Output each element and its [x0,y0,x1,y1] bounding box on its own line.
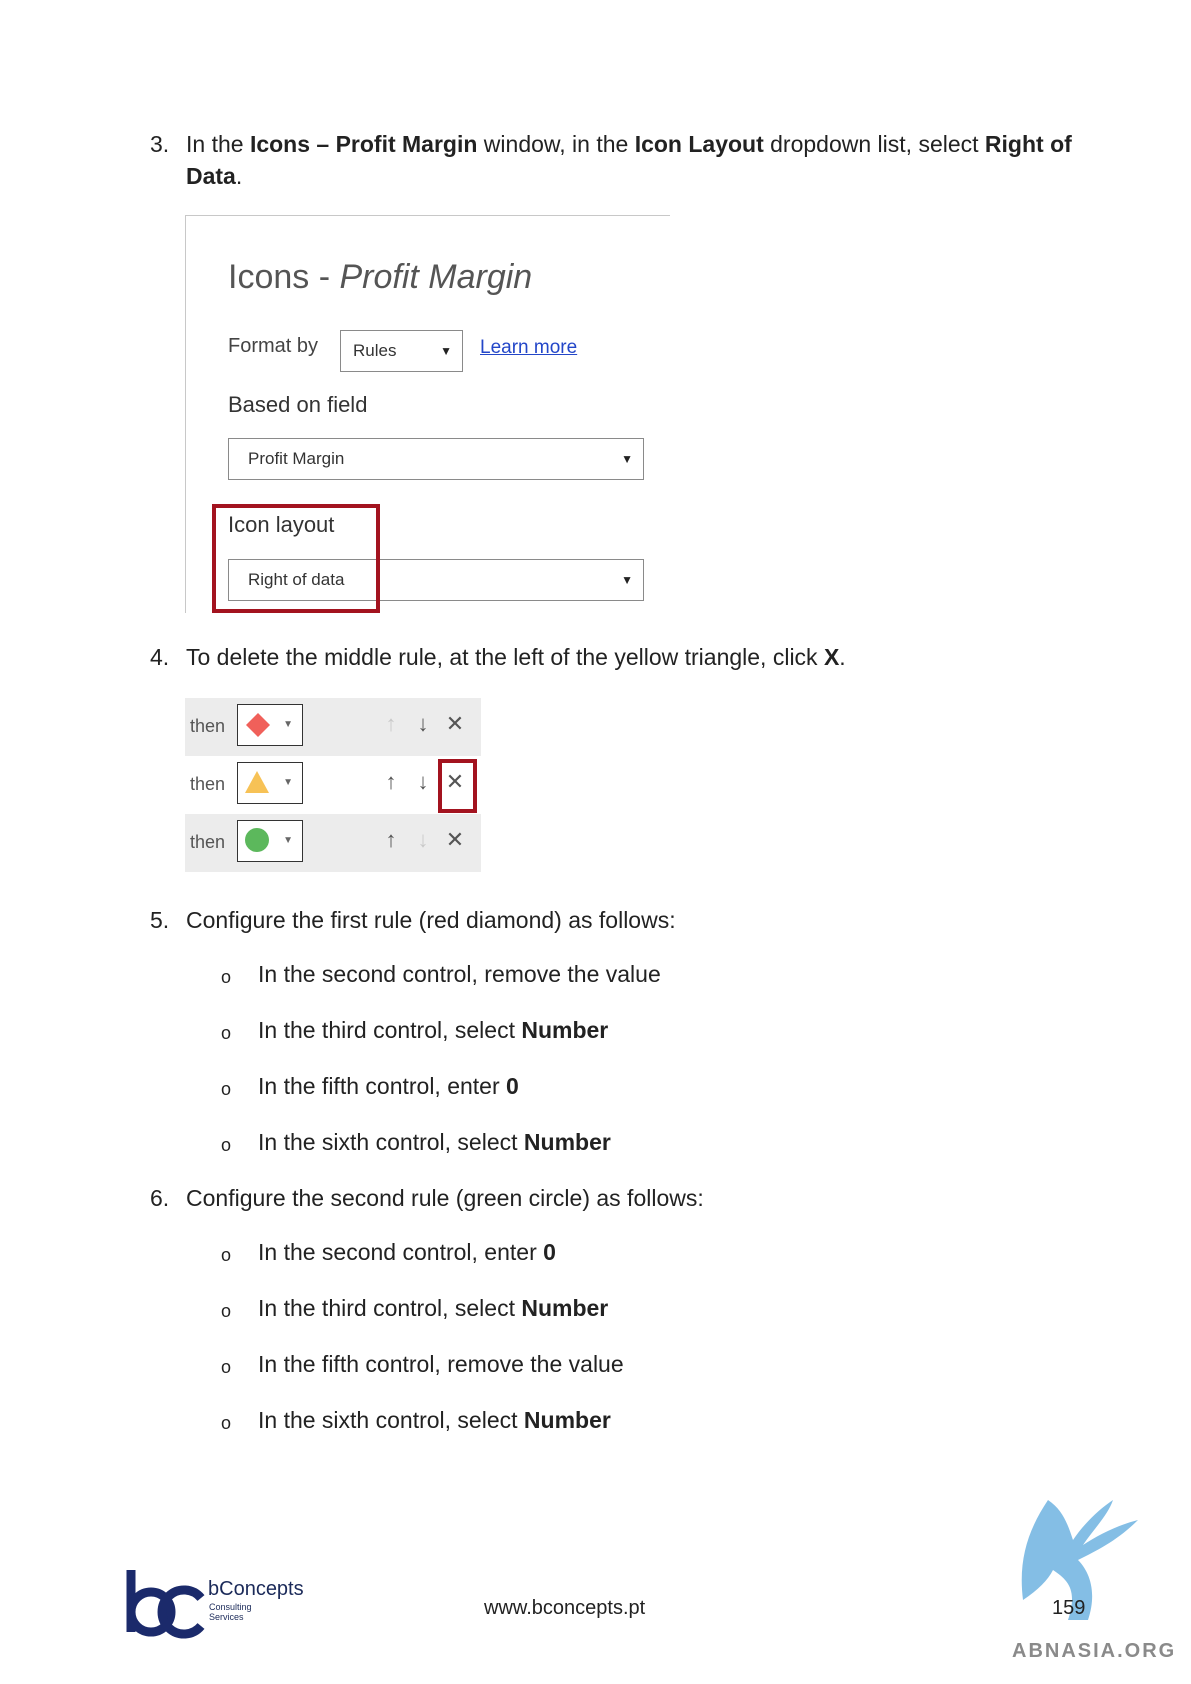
list-item: In the sixth control, select Number [258,1129,611,1155]
chevron-down-icon: ▼ [283,719,293,730]
chevron-down-icon: ▼ [621,452,633,466]
list-item: In the fifth control, enter 0 [258,1073,519,1099]
rules-screenshot: then ▼ ↑ ↓ ✕ then ▼ ↑ ↓ ✕ then ▼ ↑ ↓ ✕ [185,698,481,872]
rule-row: then ▼ ↑ ↓ ✕ [185,814,481,872]
rule-row: then ▼ ↑ ↓ ✕ [185,756,481,814]
delete-icon[interactable]: ✕ [442,710,468,738]
step-number: 3. [150,131,170,157]
page-number: 159 [1052,1597,1086,1619]
list-item: In the sixth control, select Number [258,1407,611,1433]
chevron-down-icon: ▼ [440,344,452,358]
watermark-text: ABNASIA.ORG [1012,1640,1177,1662]
list-item: In the second control, remove the value [258,961,661,987]
step-text: To delete the middle rule, at the left o… [186,644,846,670]
format-by-label: Format by [228,335,319,357]
step-text: Configure the first rule (red diamond) a… [186,907,676,933]
brand-name: bConcepts [208,1578,304,1600]
then-label: then [190,716,226,736]
yellow-triangle-icon [245,771,269,793]
list-item: In the second control, enter 0 [258,1239,556,1265]
format-by-value: Rules [353,341,397,360]
bullet: o [221,1301,232,1321]
then-label: then [190,774,226,794]
step-number: 5. [150,907,170,933]
step-text: In the Icons – Profit Margin window, in … [186,131,1072,189]
move-down-icon[interactable]: ↓ [410,768,436,796]
step-number: 6. [150,1185,170,1211]
move-up-icon[interactable]: ↑ [378,710,404,738]
bullet: o [221,1023,232,1043]
bullet: o [221,1357,232,1377]
learn-more-link[interactable]: Learn more [480,337,577,359]
green-circle-icon [245,828,269,852]
highlight-box [212,504,380,613]
list-item: In the third control, select Number [258,1295,609,1321]
icon-select[interactable]: ▼ [237,704,303,746]
red-diamond-icon [246,713,270,737]
then-label: then [190,832,226,852]
brand-subtitle: Consulting Services [209,1602,252,1622]
bullet: o [221,1135,232,1155]
chevron-down-icon: ▼ [283,777,293,788]
based-on-field-dropdown[interactable]: Profit Margin ▼ [228,438,644,480]
bullet: o [221,967,232,987]
move-up-icon[interactable]: ↑ [378,826,404,854]
bconcepts-logo-icon [126,1570,205,1639]
icon-select[interactable]: ▼ [237,762,303,804]
chevron-down-icon: ▼ [621,573,633,587]
bullet: o [221,1079,232,1099]
list-item: In the third control, select Number [258,1017,609,1043]
move-down-icon[interactable]: ↓ [410,826,436,854]
move-down-icon[interactable]: ↓ [410,710,436,738]
step-number: 4. [150,644,170,670]
step-text: Configure the second rule (green circle)… [186,1185,704,1211]
rule-row: then ▼ ↑ ↓ ✕ [185,698,481,756]
bullet: o [221,1245,232,1265]
based-on-field-label: Based on field [228,392,368,417]
list-item: In the fifth control, remove the value [258,1351,624,1377]
icon-select[interactable]: ▼ [237,820,303,862]
bullet: o [221,1413,232,1433]
highlight-box [438,759,477,813]
footer-url: www.bconcepts.pt [484,1597,646,1619]
icons-dialog-screenshot: Icons - Profit Margin Format by Rules ▼ … [185,215,670,613]
dialog-title: Icons - Profit Margin [228,258,533,296]
based-on-field-value: Profit Margin [248,449,345,468]
format-by-dropdown[interactable]: Rules ▼ [340,330,463,372]
move-up-icon[interactable]: ↑ [378,768,404,796]
delete-icon[interactable]: ✕ [442,826,468,854]
chevron-down-icon: ▼ [283,835,293,846]
